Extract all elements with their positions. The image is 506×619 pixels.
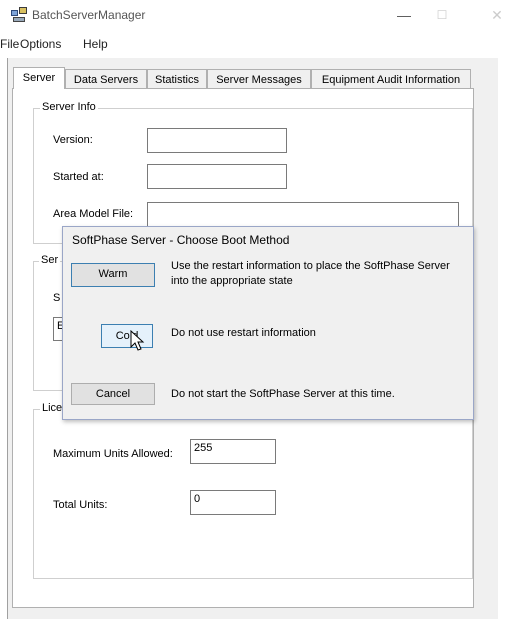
tab-server[interactable]: Server xyxy=(13,67,65,89)
menu-options[interactable]: Options xyxy=(20,37,61,51)
cold-description: Do not use restart information xyxy=(171,327,316,339)
title-bar[interactable]: BatchServerManager ☐ — ✕ xyxy=(0,0,506,30)
app-icon xyxy=(11,7,27,22)
boot-method-dialog: SoftPhase Server - Choose Boot Method Wa… xyxy=(62,226,474,420)
server-status-label: S xyxy=(53,292,61,304)
tab-server-messages[interactable]: Server Messages xyxy=(207,69,311,89)
dialog-title: SoftPhase Server - Choose Boot Method xyxy=(72,233,290,247)
menu-help[interactable]: Help xyxy=(83,37,108,51)
tab-data-servers[interactable]: Data Servers xyxy=(65,69,147,89)
minimize-icon[interactable]: — xyxy=(392,4,416,26)
warm-button[interactable]: Warm xyxy=(71,263,155,287)
pointer-cursor-icon xyxy=(130,330,145,351)
window-title: BatchServerManager xyxy=(32,8,146,22)
server-info-legend: Server Info xyxy=(40,101,98,113)
started-at-field[interactable] xyxy=(147,164,287,189)
close-icon[interactable]: ✕ xyxy=(488,4,506,26)
tab-statistics[interactable]: Statistics xyxy=(147,69,207,89)
tab-equipment-audit-information[interactable]: Equipment Audit Information xyxy=(311,69,471,89)
version-label: Version: xyxy=(53,134,93,146)
cancel-button[interactable]: Cancel xyxy=(71,383,155,405)
server-status-legend: Ser xyxy=(39,254,61,266)
warm-description: Use the restart information to place the… xyxy=(171,260,450,287)
area-model-file-field[interactable] xyxy=(147,202,459,227)
max-units-label: Maximum Units Allowed: xyxy=(53,448,173,460)
maximize-icon[interactable]: ☐ xyxy=(430,4,454,26)
total-units-label: Total Units: xyxy=(53,499,108,511)
menu-file[interactable]: File xyxy=(0,37,19,51)
total-units-field[interactable]: 0 xyxy=(190,490,276,515)
version-field[interactable] xyxy=(147,128,287,153)
max-units-field[interactable]: 255 xyxy=(190,439,276,464)
area-model-file-label: Area Model File: xyxy=(53,208,134,220)
menu-bar: File Options Help xyxy=(0,34,506,54)
started-at-label: Started at: xyxy=(53,171,104,183)
cancel-description: Do not start the SoftPhase Server at thi… xyxy=(171,388,395,400)
